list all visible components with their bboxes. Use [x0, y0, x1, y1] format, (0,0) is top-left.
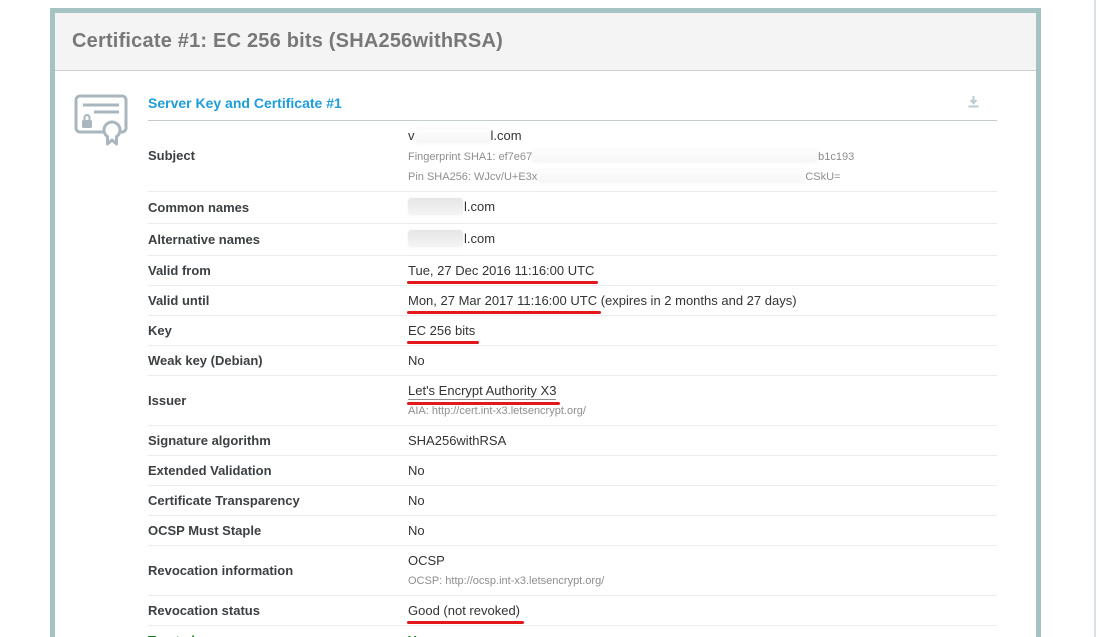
pin-text: Pin SHA256: WJcv/U+E3x [408, 171, 537, 183]
table-row-valid-from: Valid from Tue, 27 Dec 2016 11:16:00 UTC [148, 256, 997, 286]
page-right-border [1094, 0, 1096, 637]
table-row-signature-algorithm: Signature algorithm SHA256withRSA [148, 426, 997, 456]
row-label: Valid from [148, 263, 408, 278]
row-label: Valid until [148, 293, 408, 308]
row-label: Signature algorithm [148, 433, 408, 448]
row-label: Certificate Transparency [148, 493, 408, 508]
row-value: No [408, 463, 425, 478]
pin-text-end: CSkU= [805, 171, 840, 183]
row-label: Common names [148, 200, 408, 215]
row-label: Revocation information [148, 563, 408, 578]
redaction-patch [408, 230, 463, 247]
download-icon[interactable] [966, 95, 981, 109]
subject-common-name: v l.com [408, 128, 854, 144]
row-value: OCSP OCSP: http://ocsp.int-x3.letsencryp… [408, 553, 604, 588]
valid-until-value: Mon, 27 Mar 2017 11:16:00 UTC [408, 293, 597, 308]
certificate-icon [74, 94, 130, 146]
table-row-ocsp-must-staple: OCSP Must Staple No [148, 516, 997, 546]
table-row-trusted: Trusted Yes [148, 626, 997, 637]
row-value: l.com [408, 199, 495, 216]
table-row-extended-validation: Extended Validation No [148, 456, 997, 486]
ssl-report-page: Certificate #1: EC 256 bits (SHA256withR… [0, 0, 1099, 637]
row-label: Key [148, 323, 408, 338]
row-value: l.com [408, 231, 495, 248]
table-row-valid-until: Valid until Mon, 27 Mar 2017 11:16:00 UT… [148, 286, 997, 316]
key-value: EC 256 bits [408, 323, 475, 338]
issuer-aia-url: AIA: http://cert.int-x3.letsencrypt.org/ [408, 405, 586, 418]
row-value: No [408, 493, 425, 508]
row-value: Good (not revoked) [408, 603, 520, 618]
row-label: Trusted [148, 633, 408, 637]
page-title: Certificate #1: EC 256 bits (SHA256withR… [72, 30, 503, 53]
subject-cn-prefix: v [408, 128, 415, 143]
row-value: Let's Encrypt Authority X3 AIA: http://c… [408, 383, 586, 418]
row-value: Yes [408, 633, 430, 637]
revocation-status-value: Good (not revoked) [408, 603, 520, 618]
row-label: Subject [148, 148, 408, 163]
table-row-common-names: Common names l.com [148, 192, 997, 224]
table-row-certificate-transparency: Certificate Transparency No [148, 486, 997, 516]
certificate-panel: Certificate #1: EC 256 bits (SHA256withR… [50, 8, 1041, 637]
row-value: v l.com Fingerprint SHA1: ef7e67 b1c193 Pi… [408, 128, 854, 184]
row-value: No [408, 523, 425, 538]
valid-until-note: (expires in 2 months and 27 days) [597, 293, 796, 308]
panel-header: Certificate #1: EC 256 bits (SHA256withR… [55, 13, 1036, 71]
issuer-name-line: Let's Encrypt Authority X3 [408, 383, 586, 398]
subject-fingerprint: Fingerprint SHA1: ef7e67 b1c193 [408, 151, 854, 164]
table-row-subject: Subject v l.com Fingerprint SHA1: ef7e67 b… [148, 121, 997, 192]
valid-from-value: Tue, 27 Dec 2016 11:16:00 UTC [408, 263, 594, 278]
row-label: Issuer [148, 393, 408, 408]
redaction-patch [408, 198, 463, 215]
row-value: Tue, 27 Dec 2016 11:16:00 UTC [408, 263, 594, 278]
table-row-revocation-status: Revocation status Good (not revoked) [148, 596, 997, 626]
fingerprint-text: Fingerprint SHA1: ef7e67 [408, 151, 532, 163]
table-row-revocation-information: Revocation information OCSP OCSP: http:/… [148, 546, 997, 596]
revocation-ocsp-url: OCSP: http://ocsp.int-x3.letsencrypt.org… [408, 575, 604, 588]
panel-body: Server Key and Certificate #1 Subject v l… [55, 71, 1036, 637]
row-label: Weak key (Debian) [148, 353, 408, 368]
row-label: Alternative names [148, 232, 408, 247]
table-row-weak-key: Weak key (Debian) No [148, 346, 997, 376]
issuer-link[interactable]: Let's Encrypt Authority X3 [408, 383, 556, 400]
table-row-issuer: Issuer Let's Encrypt Authority X3 AIA: h… [148, 376, 997, 426]
row-value: SHA256withRSA [408, 433, 506, 448]
revocation-method: OCSP [408, 553, 604, 568]
row-label: Extended Validation [148, 463, 408, 478]
redaction-patch [537, 170, 805, 182]
row-value: Mon, 27 Mar 2017 11:16:00 UTC (expires i… [408, 293, 797, 308]
common-name-suffix: l.com [464, 199, 495, 214]
fingerprint-text-end: b1c193 [818, 151, 854, 163]
section-title-row: Server Key and Certificate #1 [148, 95, 997, 121]
subject-cn-suffix: l.com [491, 128, 522, 143]
table-row-alternative-names: Alternative names l.com [148, 224, 997, 256]
row-value: EC 256 bits [408, 323, 475, 338]
redaction-patch [532, 150, 818, 162]
alt-name-suffix: l.com [464, 231, 495, 246]
section-title-link[interactable]: Server Key and Certificate #1 [148, 95, 342, 111]
redaction-patch [415, 129, 491, 143]
row-value: No [408, 353, 425, 368]
row-label: OCSP Must Staple [148, 523, 408, 538]
row-label: Revocation status [148, 603, 408, 618]
subject-pin: Pin SHA256: WJcv/U+E3x CSkU= [408, 171, 854, 184]
table-row-key: Key EC 256 bits [148, 316, 997, 346]
trusted-value: Yes [408, 633, 430, 637]
section-content: Server Key and Certificate #1 Subject v l… [148, 95, 997, 637]
